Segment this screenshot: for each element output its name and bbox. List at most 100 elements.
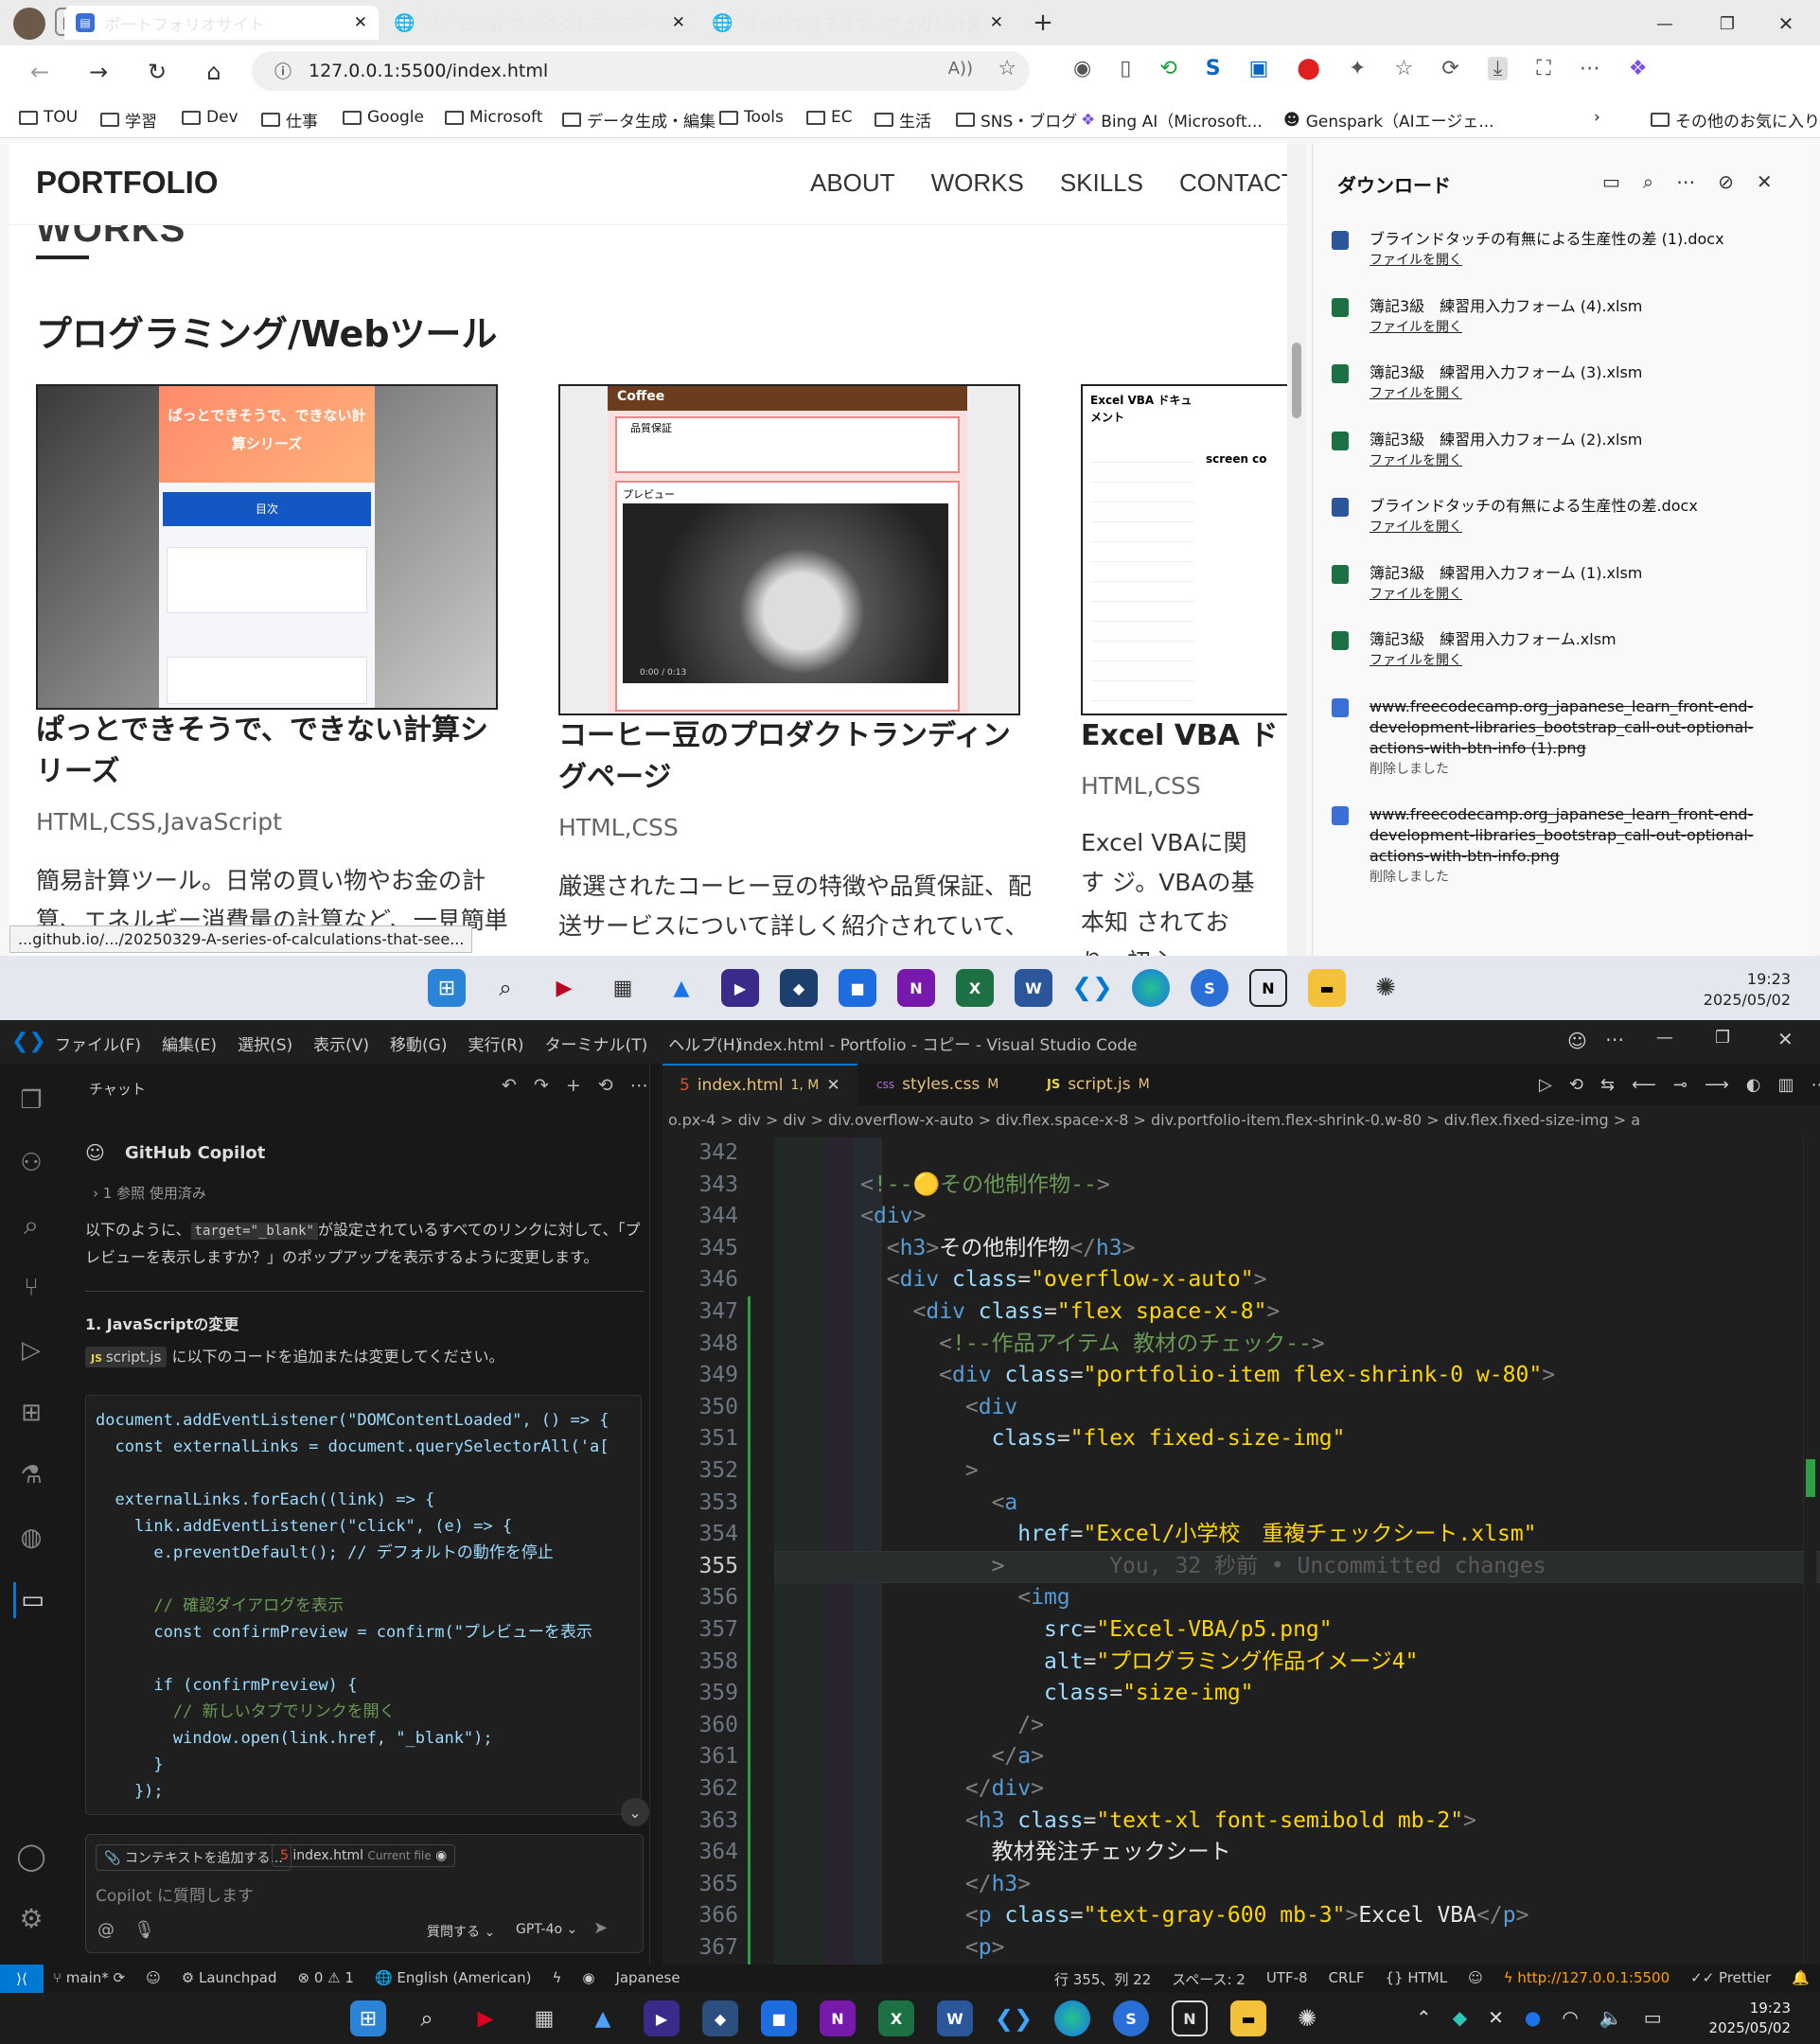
profile-avatar[interactable]: [13, 8, 45, 40]
redo-icon[interactable]: ↷: [534, 1075, 549, 1096]
undo-icon[interactable]: ↶: [502, 1075, 517, 1096]
notion-icon[interactable]: N: [1172, 2000, 1208, 2036]
open-file-link[interactable]: ファイルを開く: [1369, 250, 1805, 269]
start-icon[interactable]: ⊞: [350, 2000, 386, 2036]
app-shield-icon[interactable]: ◆: [702, 2000, 738, 2036]
scrollbar-thumb[interactable]: [1292, 343, 1301, 418]
file-explorer-icon[interactable]: ▬: [1308, 969, 1346, 1007]
mode-select[interactable]: 質問する ⌄: [427, 1922, 495, 1941]
search-icon[interactable]: ⌕: [1643, 170, 1653, 193]
nav-contact[interactable]: CONTACT: [1179, 168, 1287, 198]
extensions-icon[interactable]: ⊞: [13, 1395, 49, 1431]
nav-about[interactable]: ABOUT: [810, 168, 895, 198]
code-block[interactable]: document.addEventListener("DOMContentLoa…: [85, 1395, 642, 1815]
extension-red-icon[interactable]: ⬤: [1297, 57, 1320, 80]
settings-gear-icon[interactable]: ⚙: [13, 1900, 49, 1936]
menu-terminal[interactable]: ターミナル(T): [545, 1031, 648, 1055]
close-icon[interactable]: ✕: [1757, 170, 1773, 193]
clipchamp-icon[interactable]: ▶: [721, 969, 759, 1007]
more-icon[interactable]: ⋯: [1580, 57, 1600, 80]
system-clock[interactable]: 19:23 2025/05/02: [1685, 969, 1791, 1011]
start-icon[interactable]: ⊞: [428, 969, 466, 1007]
app-blue-icon[interactable]: ■: [761, 2000, 797, 2036]
remote-indicator-icon[interactable]: ⟩⟨: [0, 1965, 44, 1993]
tab-calc[interactable]: 🌐 ぱっとできそうで、できない計算シリーズ ✕: [700, 6, 1015, 40]
download-item[interactable]: ブラインドタッチの有無による生産性の差.docx ファイルを開く: [1332, 496, 1805, 536]
bookmark-folder[interactable]: EC: [806, 108, 853, 127]
bookmarks-overflow-chevron-icon[interactable]: ›: [1594, 108, 1600, 127]
chat-icon[interactable]: ▭: [13, 1582, 49, 1618]
tray-app-icon[interactable]: ◆: [1453, 2006, 1467, 2029]
media-player-icon[interactable]: ▶: [468, 2000, 504, 2036]
card-thumbnail-coffee[interactable]: Coffee 品質保証 プレビュー 0:00 / 0:13: [558, 384, 1020, 715]
vscode-icon[interactable]: ❮❯: [1071, 969, 1113, 1007]
explorer-icon[interactable]: ❐: [13, 1083, 49, 1119]
broadcast-icon[interactable]: ◉: [582, 1969, 594, 1986]
bookmark-folder[interactable]: 学習: [100, 108, 157, 132]
bookmark-genspark[interactable]: ☻ Genspark（AIエージェ...: [1283, 108, 1494, 132]
close-icon[interactable]: ✕: [826, 1076, 839, 1095]
app-blue-icon[interactable]: ■: [839, 969, 876, 1007]
bookmark-folder[interactable]: Dev: [182, 108, 239, 127]
calculator-icon[interactable]: ▦: [604, 969, 642, 1007]
site-logo[interactable]: PORTFOLIO: [36, 165, 219, 201]
open-file-link[interactable]: ファイルを開く: [1369, 317, 1805, 336]
commit-icon[interactable]: ⊸: [1673, 1075, 1687, 1095]
tray-x-icon[interactable]: ✕: [1488, 2006, 1504, 2029]
back-button[interactable]: ←: [25, 57, 55, 87]
menu-help[interactable]: ヘルプ(H): [668, 1031, 741, 1055]
history-icon[interactable]: ⟳: [1441, 57, 1458, 80]
open-file-link[interactable]: ファイルを開く: [1369, 450, 1805, 469]
panel-sash[interactable]: [649, 1064, 663, 1965]
excel-icon[interactable]: X: [878, 2000, 914, 2036]
open-file-link[interactable]: ファイルを開く: [1369, 517, 1805, 536]
info-icon[interactable]: ⓘ: [274, 59, 292, 83]
menu-file[interactable]: ファイル(F): [55, 1031, 141, 1055]
word-icon[interactable]: W: [1015, 969, 1052, 1007]
wifi-icon[interactable]: ◠: [1562, 2006, 1578, 2029]
more-icon[interactable]: ⋯: [1676, 170, 1695, 193]
language-status[interactable]: Japanese: [615, 1969, 680, 1986]
chatgpt-icon[interactable]: ✺: [1367, 969, 1405, 1007]
language-mode[interactable]: {} HTML: [1385, 1969, 1447, 1989]
compare-icon[interactable]: ⇆: [1600, 1075, 1615, 1095]
previous-change-icon[interactable]: ⟵: [1632, 1075, 1656, 1095]
microphone-icon[interactable]: 🎙: [133, 1920, 155, 1940]
branch-status[interactable]: ⑂ main* ⟳: [53, 1969, 125, 1986]
card-title[interactable]: コーヒー豆のプロダクトランディングページ: [558, 715, 1032, 799]
source-control-icon[interactable]: ⑂: [13, 1270, 49, 1306]
download-item[interactable]: ブラインドタッチの有無による生産性の差 (1).docx ファイルを開く: [1332, 229, 1805, 269]
download-item[interactable]: www.freecodecamp.org_japanese_learn_fron…: [1332, 804, 1805, 886]
favorite-star-icon[interactable]: ☆: [998, 57, 1016, 80]
bookmark-other-favorites[interactable]: その他のお気に入り: [1651, 108, 1820, 132]
git-lens-icon[interactable]: ◐: [1746, 1075, 1761, 1095]
bookmark-folder[interactable]: Google: [343, 108, 424, 127]
file-chip[interactable]: JS script.js: [85, 1347, 168, 1367]
more-icon[interactable]: ⋯: [1811, 1075, 1820, 1095]
close-icon[interactable]: ✕: [990, 13, 1003, 32]
code-editor[interactable]: 342 343 <!--🟡その他制作物--> 344 <div> 345 <h3>そ…: [663, 1137, 1820, 1965]
references-toggle[interactable]: › 1 参照 使用済み: [93, 1183, 206, 1203]
extension-screen-icon[interactable]: ▣: [1249, 57, 1269, 80]
download-item[interactable]: 簿記3級 練習用入力フォーム.xlsm ファイルを開く: [1332, 629, 1805, 669]
python-icon[interactable]: ⚇: [13, 1145, 49, 1181]
file-explorer-icon[interactable]: ▬: [1230, 2000, 1266, 2036]
download-item[interactable]: 簿記3級 練習用入力フォーム (1).xlsm ファイルを開く: [1332, 563, 1805, 603]
restore-button[interactable]: ❐: [1713, 9, 1741, 38]
extensions-puzzle-icon[interactable]: ✦: [1349, 57, 1366, 80]
more-icon[interactable]: ⋯: [1605, 1028, 1624, 1050]
volume-icon[interactable]: 🔈: [1599, 2006, 1623, 2029]
tab-portfolio[interactable]: ▤ ポートフォリオサイト ✕: [64, 6, 379, 40]
app-a-icon[interactable]: ▲: [585, 2000, 621, 2036]
open-file-link[interactable]: ファイルを開く: [1369, 584, 1805, 603]
extension-refresh-icon[interactable]: ⟲: [1159, 57, 1176, 80]
excel-icon[interactable]: X: [956, 969, 994, 1007]
menu-go[interactable]: 移動(G): [390, 1031, 447, 1055]
clipchamp-icon[interactable]: ▶: [644, 2000, 680, 2036]
card-thumbnail-vba[interactable]: Excel VBA ドキュメント screen co: [1081, 384, 1287, 715]
chat-input-placeholder[interactable]: Copilot に質問します: [96, 1882, 254, 1906]
close-window-button[interactable]: ✕: [1777, 1028, 1793, 1050]
scroll-down-icon[interactable]: ⌄: [621, 1798, 649, 1826]
address-bar[interactable]: ⓘ 127.0.0.1:5500/index.html A)) ☆: [252, 51, 1030, 91]
card-thumbnail-calc[interactable]: ぱっとできそうで、できない計算シリーズ 目次: [36, 384, 498, 710]
